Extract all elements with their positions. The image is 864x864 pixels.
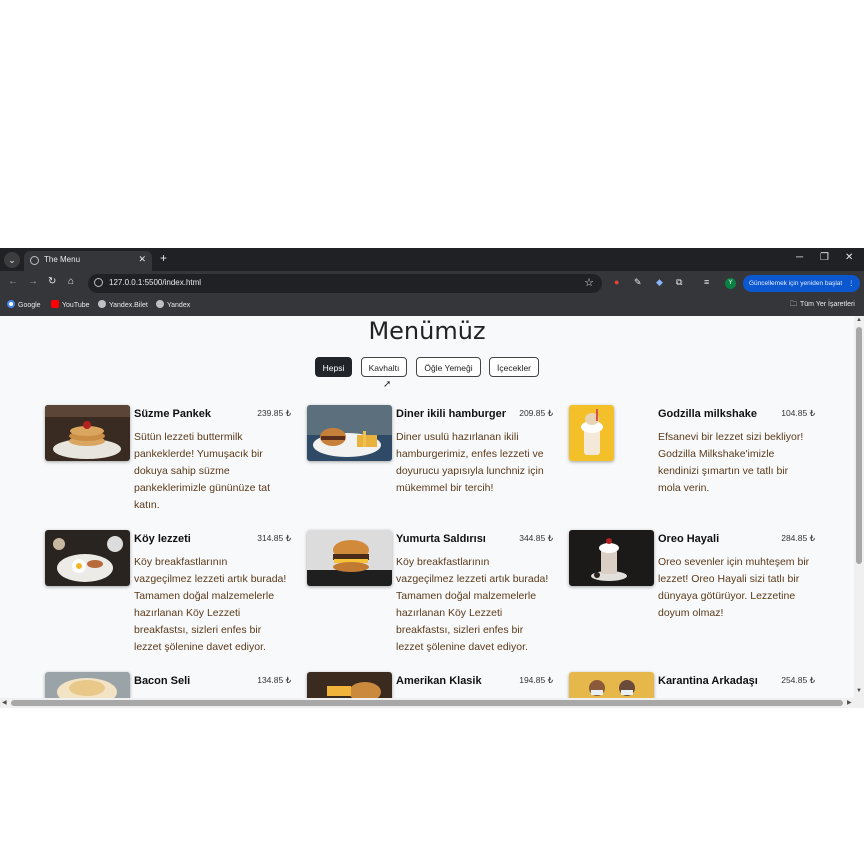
record-extension-icon[interactable]: ● [614,277,619,287]
item-price: 254.85 ₺ [781,675,815,685]
item-price: 104.85 ₺ [781,408,815,418]
scroll-up-icon[interactable]: ▲ [856,317,862,323]
bookmark-label: Google [18,302,41,309]
google-icon [7,300,15,308]
extension-icon[interactable]: ◆ [656,277,663,288]
bookmark-yandex[interactable]: Yandex [156,300,190,309]
bookmark-label: Yandex.Bilet [109,302,148,309]
item-description: Diner usulü hazırlanan ikili hamburgerim… [396,431,544,494]
filter-kavhalti-button[interactable]: Kavhaltı [361,357,407,377]
bookmarks-bar: Google YouTube Yandex.Bilet Yandex 🗀 Tüm … [0,296,864,317]
bookmark-star-icon[interactable]: ☆ [584,276,594,289]
item-name: Bacon Seli [134,675,191,687]
oreo-shake-image [569,530,654,586]
scroll-right-icon[interactable]: ▶ [847,699,852,706]
item-price: 194.85 ₺ [519,675,553,685]
profile-avatar[interactable]: Y [725,278,736,289]
all-bookmarks[interactable]: 🗀 Tüm Yer İşaretleri [790,300,855,311]
milkshake-image [569,405,614,461]
media-control-icon[interactable]: ≡ [704,277,709,287]
restore-icon[interactable]: ❐ [820,252,829,263]
extensions-puzzle-icon[interactable]: ⧉ [676,277,682,288]
all-bookmarks-label: Tüm Yer İşaretleri [800,301,855,308]
item-name: Süzme Pankek [134,408,212,420]
close-window-icon[interactable]: ✕ [845,252,853,263]
globe-icon [30,256,39,265]
filter-icecekler-button[interactable]: İçecekler [489,357,539,377]
classic-burger-image [307,672,392,698]
item-name: Yumurta Saldırısı [396,533,486,545]
forward-icon[interactable]: → [28,276,38,287]
tab-title: The Menu [44,255,81,264]
item-price: 209.85 ₺ [519,408,553,418]
filter-ogle-yemegi-button[interactable]: Öğle Yemeği [416,357,481,377]
breakfast-image [45,530,130,586]
address-bar[interactable]: 127.0.0.1:5500/index.html ☆ [88,274,602,293]
bookmark-label: Yandex [167,302,191,309]
pancake-image [45,405,130,461]
bookmark-yandex-bilet[interactable]: Yandex.Bilet [98,300,148,309]
back-icon[interactable]: ← [8,276,18,287]
home-icon[interactable]: ⌂ [68,276,74,287]
bookmark-google[interactable]: Google [7,300,41,309]
kebab-menu-icon[interactable]: ⋮ [848,280,855,287]
site-info-icon[interactable] [94,278,103,287]
item-price: 314.85 ₺ [257,533,291,543]
filter-hepsi-button[interactable]: Hepsi [315,357,352,377]
eyedropper-extension-icon[interactable]: ✎ [634,277,642,288]
browser-window: ⌄ The Menu ✕ + ─ ❐ ✕ ← → ↻ ⌂ 127.0.0.1:5… [0,248,864,708]
vertical-scrollbar[interactable]: ▲ ▼ [854,316,864,698]
item-name: Oreo Hayali [658,533,720,545]
quarantine-image [569,672,654,698]
burger-image [307,405,392,461]
reload-icon[interactable]: ↻ [48,276,56,287]
item-description: Köy breakfastlarının vazgeçilmez lezzeti… [134,556,287,653]
page-viewport: Menümüz Hepsi Kavhaltı Öğle Yemeği İçece… [0,316,854,698]
tab-close-icon[interactable]: ✕ [138,254,146,265]
item-name: Köy lezzeti [134,533,191,545]
bacon-image [45,672,130,698]
item-name: Godzilla milkshake [658,408,758,420]
item-description: Sütün lezzeti buttermilk pankeklerde! Yu… [134,431,270,511]
egg-burger-image [307,530,392,586]
scroll-down-icon[interactable]: ▼ [856,688,862,694]
minimize-icon[interactable]: ─ [796,252,803,263]
scroll-left-icon[interactable]: ◀ [2,699,7,706]
horizontal-scroll-thumb[interactable] [11,700,843,706]
item-name: Amerikan Klasik [396,675,482,687]
horizontal-scrollbar[interactable]: ◀ ▶ [0,698,864,708]
item-name: Diner ikili hamburger [396,408,507,420]
bookmark-youtube[interactable]: YouTube [51,300,90,309]
item-price: 134.85 ₺ [257,675,291,685]
new-tab-button[interactable]: + [160,251,167,265]
item-description: Efsanevi bir lezzet sizi bekliyor! Godzi… [658,431,804,494]
item-description: Köy breakfastlarının vazgeçilmez lezzeti… [396,556,549,653]
tab-the-menu[interactable]: The Menu ✕ [24,251,152,271]
item-name: Karantina Arkadaşı [658,675,758,687]
youtube-icon [51,300,59,308]
globe-icon [156,300,164,308]
url-text: 127.0.0.1:5500/index.html [109,278,202,287]
item-price: 239.85 ₺ [257,408,291,418]
item-price: 344.85 ₺ [519,533,553,543]
mouse-cursor-icon: ➚ [383,379,392,390]
tab-strip: ⌄ The Menu ✕ + ─ ❐ ✕ [0,248,864,271]
update-relaunch-label: Güncellemek için yeniden başlat [749,280,843,287]
vertical-scroll-thumb[interactable] [856,327,862,564]
browser-toolbar: ← → ↻ ⌂ 127.0.0.1:5500/index.html ☆ ● ✎ … [0,271,864,296]
item-description: Oreo sevenler için muhteşem bir lezzet! … [658,556,810,619]
tab-search-button[interactable]: ⌄ [4,252,20,268]
update-relaunch-button[interactable]: Güncellemek için yeniden başlat ⋮ [743,275,860,292]
page-title: Menümüz [368,317,486,345]
bookmark-label: YouTube [62,302,90,309]
globe-icon [98,300,106,308]
item-price: 284.85 ₺ [781,533,815,543]
folder-icon: 🗀 [790,301,797,308]
